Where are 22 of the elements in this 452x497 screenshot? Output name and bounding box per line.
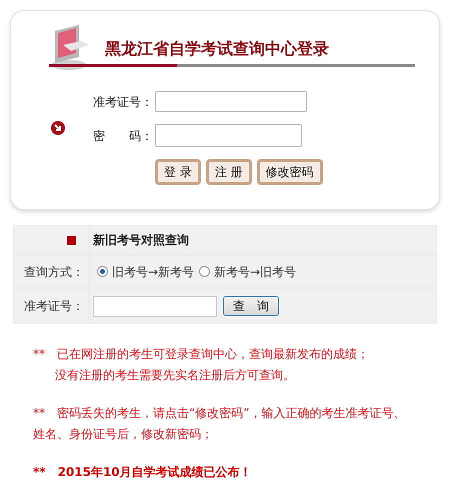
id-label: 准考证号： bbox=[24, 298, 84, 315]
arrow-badge-icon bbox=[51, 121, 65, 135]
square-icon bbox=[67, 236, 76, 244]
lookup-heading: 新旧考号对照查询 bbox=[93, 232, 189, 249]
input-field[interactable] bbox=[93, 296, 217, 316]
query-button[interactable]: 查 询 bbox=[223, 296, 279, 316]
input-field[interactable] bbox=[155, 91, 307, 112]
form-button[interactable]: 修改密码 bbox=[256, 159, 323, 185]
notice-text: ** 2015年10月自学考试成绩已公布！ bbox=[33, 464, 253, 481]
field-label: 准考证号： bbox=[93, 94, 154, 110]
input-field[interactable] bbox=[155, 124, 302, 147]
notice-text: ** 已在网注册的考生可登录查询中心，查询最新发布的成绩； 没有注册的考生需要先实名注册后方可查询。 bbox=[33, 346, 370, 384]
login-title: 黑龙江省自学考试查询中心登录 bbox=[105, 38, 329, 60]
mode-radio[interactable]: 旧考号→新考号 bbox=[97, 262, 194, 280]
mode-radio[interactable]: 新考号→旧考号 bbox=[199, 262, 296, 280]
field-label: 密 码： bbox=[93, 128, 154, 144]
notice-text: ** 密码丢失的考生，请点击“修改密码”，输入正确的考生准考证号、姓名、身份证号后，修改新密码； bbox=[33, 405, 406, 443]
form-button[interactable]: 登 录 bbox=[155, 159, 201, 185]
form-button[interactable]: 注 册 bbox=[206, 159, 252, 185]
mode-label: 查询方式： bbox=[24, 264, 84, 280]
radio-icon[interactable] bbox=[97, 266, 108, 277]
radio-icon[interactable] bbox=[199, 266, 210, 277]
